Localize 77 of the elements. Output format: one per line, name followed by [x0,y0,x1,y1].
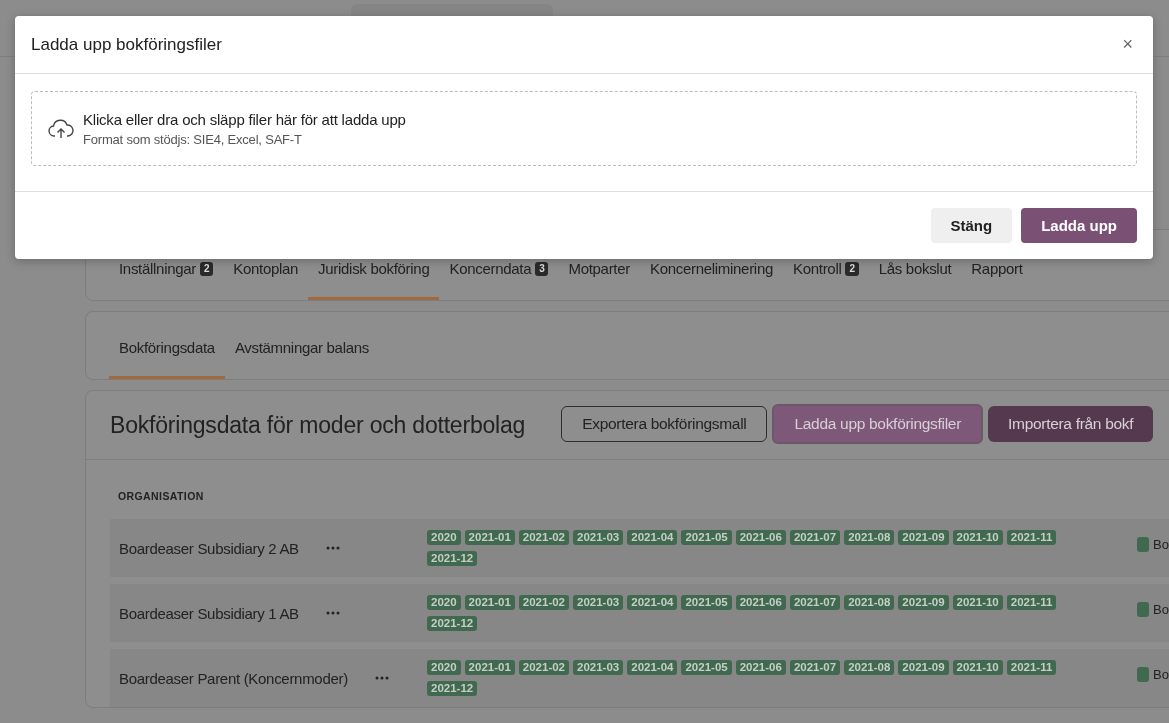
period-tag: 2021-09 [898,530,949,545]
period-tag: 2021-05 [681,595,732,610]
action-button[interactable]: Importera från bokf [988,406,1154,442]
tab[interactable]: Rapport [961,260,1033,300]
more-icon[interactable] [325,546,340,550]
period-tag: 2021-11 [1006,595,1057,610]
status-label: Bo [1153,537,1169,552]
period-tag: 2021-05 [681,530,732,545]
status-icon [1137,667,1149,682]
count-badge: 2 [845,261,859,276]
status-icon [1137,602,1149,617]
action-button[interactable]: Exportera bokföringsmall [561,406,768,442]
subtab[interactable]: Avstämningar balans [224,339,379,379]
count-badge: 2 [200,261,214,276]
period-tag: 2020 [427,595,461,610]
period-tag: 2021-04 [627,595,678,610]
period-tag: 2021-07 [789,530,841,545]
period-tag: 2021-09 [898,595,949,610]
period-tag: 2021-05 [681,660,732,675]
tab[interactable]: Lås bokslut [868,260,962,300]
format-hint: Format som stödjs: SIE4, Excel, SAF-T [83,131,303,147]
period-tag: 2021-12 [427,551,478,566]
period-tag: 2021-06 [735,595,786,610]
tab[interactable]: Koncerndata 3 [439,260,559,300]
period-tag: 2021-09 [898,660,949,675]
period-tag: 2021-07 [789,595,841,610]
period-tag: 2021-02 [518,530,570,545]
tab[interactable]: Koncerneliminering [639,260,783,300]
period-tag: 2021-07 [789,660,841,675]
period-tag: 2021-04 [627,660,678,675]
dialog-button[interactable]: Ladda upp [1021,208,1137,243]
period-tag: 2021-10 [952,660,1003,675]
period-tag: 2021-06 [735,530,786,545]
period-tag: 2021-10 [952,595,1003,610]
organisation-name: Boardeaser Subsidiary 1 AB [119,604,299,622]
drop-zone[interactable]: Klicka eller dra och släpp filer här för att ladda upp Format som stödjs: SIE4, Excel, SAF-T [31,91,1137,166]
period-tag: 2021-01 [464,595,515,610]
tab[interactable]: Kontroll 2 [783,260,869,300]
more-icon[interactable] [325,611,340,615]
period-tag: 2021-08 [844,530,895,545]
column-header: ORGANISATION [117,490,205,502]
tab[interactable]: Motparter [558,260,640,300]
action-button[interactable]: Ladda upp bokföringsfiler [772,404,984,444]
dialog-button[interactable]: Stäng [930,208,1013,243]
drop-zone-text: Klicka eller dra och släpp filer här för att ladda upp [83,110,406,128]
period-tag: 2021-02 [518,660,570,675]
period-tag: 2021-04 [627,530,678,545]
period-tag: 2021-12 [427,616,478,631]
tab[interactable]: Inställningar 2 [109,260,224,300]
period-tag: 2021-02 [518,595,570,610]
period-tag: 2021-11 [1006,660,1057,675]
period-tag: 2021-11 [1006,530,1057,545]
period-tag: 2021-06 [735,660,786,675]
period-tag: 2021-01 [464,660,515,675]
subtab[interactable]: Bokföringsdata [109,339,225,379]
status-label: Bo [1153,602,1169,617]
period-tag: 2021-01 [464,530,515,545]
panel-title: Bokföringsdata för moder och dotterbolag [110,411,526,439]
period-tag: 2021-08 [844,660,895,675]
period-tag: 2020 [427,530,461,545]
period-tag: 2021-12 [427,681,478,696]
more-icon[interactable] [374,676,389,680]
period-tag: 2021-08 [844,595,895,610]
organisation-name: Boardeaser Parent (Koncernmoder) [119,669,348,687]
period-tag: 2021-03 [573,660,624,675]
organisation-name: Boardeaser Subsidiary 2 AB [119,539,299,557]
period-tag: 2021-10 [952,530,1003,545]
status-icon [1137,537,1149,552]
close-button[interactable]: × [1118,34,1137,55]
period-tag: 2021-03 [573,530,624,545]
dialog-title: Ladda upp bokföringsfiler [31,34,222,55]
tab[interactable]: Kontoplan [223,260,309,300]
status-label: Bo [1153,667,1169,682]
period-tag: 2021-03 [573,595,624,610]
period-tag: 2020 [427,660,461,675]
count-badge: 3 [535,261,549,276]
cloud-upload-icon [48,118,74,139]
